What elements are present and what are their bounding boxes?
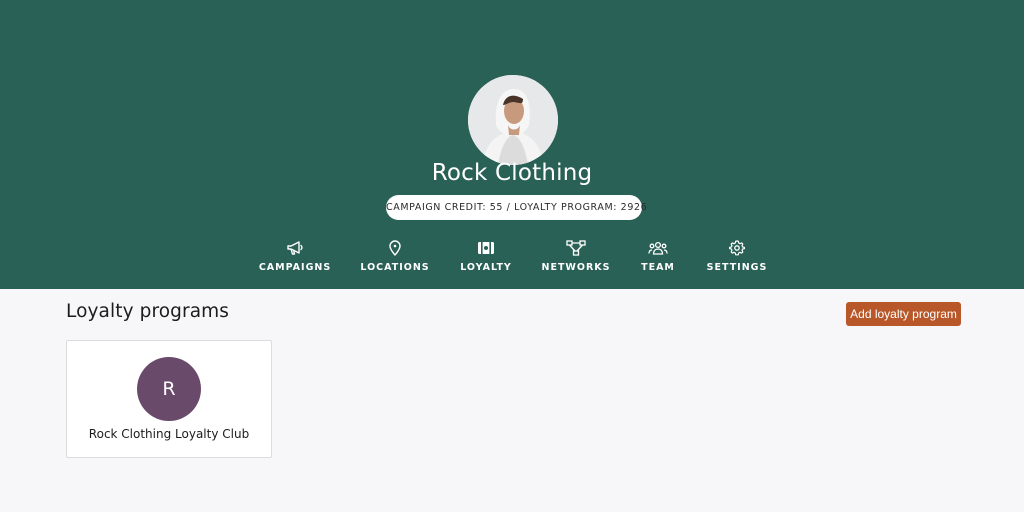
profile-header: Rock Clothing CAMPAIGN CREDIT: 55 / LOYA… [0,0,1024,289]
megaphone-icon [287,241,303,255]
nav-item-networks[interactable]: NETWORKS [531,240,621,273]
brand-name: Rock Clothing [431,160,593,186]
program-name: Rock Clothing Loyalty Club [88,427,250,441]
nav-item-loyalty[interactable]: LOYALTY [441,240,531,273]
page-title: Loyalty programs [66,301,230,322]
campaign-credit-badge: CAMPAIGN CREDIT: 55 / LOYALTY PROGRAM: 2… [386,195,647,220]
add-loyalty-program-button[interactable]: Add loyalty program [846,302,961,326]
gear-icon [729,240,745,256]
brand-avatar[interactable] [468,75,558,165]
nav-item-label: CAMPAIGNS [258,262,332,273]
nav-item-label: NETWORKS [541,262,611,273]
network-icon [566,240,586,256]
loyalty-program-card[interactable]: R Rock Clothing Loyalty Club [66,340,272,458]
loyalty-card-icon [478,242,494,254]
program-avatar: R [137,357,201,421]
nav-item-label: LOYALTY [460,262,512,273]
map-pin-icon [389,240,401,256]
nav-item-label: SETTINGS [706,262,768,273]
nav-item-team[interactable]: TEAM [613,240,703,273]
nav-item-label: TEAM [641,262,675,273]
profile-nav: CAMPAIGNS LOCATIONS LOYALTY NETWORKS TEA… [0,240,1024,280]
nav-item-campaigns[interactable]: CAMPAIGNS [250,240,340,273]
nav-item-settings[interactable]: SETTINGS [692,240,782,273]
profile-photo [468,75,558,165]
team-icon [648,241,668,255]
nav-item-locations[interactable]: LOCATIONS [350,240,440,273]
nav-item-label: LOCATIONS [360,262,430,273]
